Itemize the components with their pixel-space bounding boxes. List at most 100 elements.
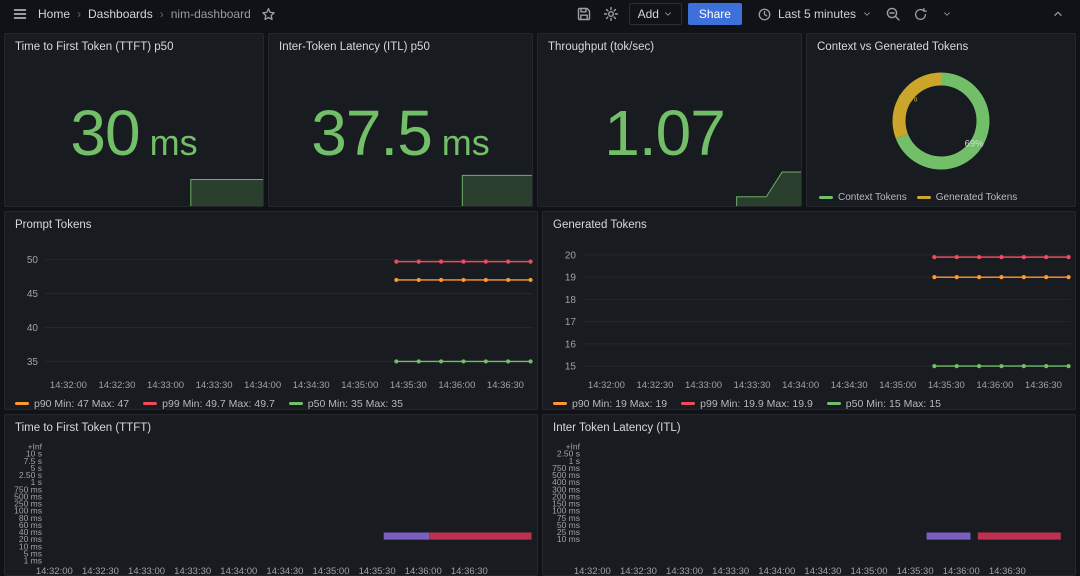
chevron-down-icon <box>942 9 952 19</box>
dashboard-grid: Time to First Token (TTFT) p50 30 ms Int… <box>0 28 1080 576</box>
legend-item[interactable]: p99 Min: 49.7 Max: 49.7 <box>143 398 275 410</box>
stat-sparkline <box>5 170 263 206</box>
gear-icon <box>603 6 619 22</box>
stat-sparkline <box>269 170 532 206</box>
legend-item[interactable]: Generated Tokens <box>917 192 1018 203</box>
dashboard-settings-button[interactable] <box>599 2 623 26</box>
legend-item[interactable]: p99 Min: 19.9 Max: 19.9 <box>681 398 813 410</box>
donut-chart[interactable]: 69%31% <box>807 58 1075 189</box>
svg-text:15: 15 <box>565 362 577 373</box>
panel-itl-p50: Inter-Token Latency (ITL) p50 37.5 ms <box>268 33 533 207</box>
timeseries-chart[interactable]: 3540455014:32:0014:32:3014:33:0014:33:30… <box>5 236 537 396</box>
svg-text:14:33:00: 14:33:00 <box>685 380 722 391</box>
stat-number: 37.5 <box>311 101 432 165</box>
svg-text:14:33:30: 14:33:30 <box>196 380 233 391</box>
svg-text:18: 18 <box>565 295 577 306</box>
stat-body: 30 ms <box>5 58 263 206</box>
svg-text:45: 45 <box>27 289 39 300</box>
breadcrumb-dashboards[interactable]: Dashboards <box>88 7 153 21</box>
panel-title[interactable]: Throughput (tok/sec) <box>538 34 801 58</box>
stat-number: 30 <box>70 101 139 165</box>
svg-text:14:32:00: 14:32:00 <box>588 380 625 391</box>
panel-title[interactable]: Time to First Token (TTFT) p50 <box>5 34 263 58</box>
time-range-label: Last 5 minutes <box>778 7 856 21</box>
svg-text:19: 19 <box>565 273 577 284</box>
star-icon <box>261 7 276 22</box>
svg-text:69%: 69% <box>965 138 985 149</box>
panel-title[interactable]: Generated Tokens <box>543 212 1075 236</box>
legend-item[interactable]: p50 Min: 15 Max: 15 <box>827 398 941 410</box>
svg-text:14:34:30: 14:34:30 <box>831 380 868 391</box>
svg-text:1 ms: 1 ms <box>24 556 42 566</box>
svg-text:40: 40 <box>27 323 39 334</box>
legend-label: Generated Tokens <box>936 192 1018 203</box>
legend-item[interactable]: p90 Min: 19 Max: 19 <box>553 398 667 410</box>
legend-series-dash <box>819 196 833 199</box>
legend-label: p50 Min: 35 Max: 35 <box>308 398 403 410</box>
timeseries-legend: p90 Min: 19 Max: 19 p99 Min: 19.9 Max: 19… <box>543 396 1075 410</box>
panel-prompt-tokens: Prompt Tokens 3540455014:32:0014:32:3014… <box>4 211 538 410</box>
svg-text:14:35:30: 14:35:30 <box>390 380 427 391</box>
legend-series-dash <box>289 402 303 405</box>
stat-sparkline <box>538 170 801 206</box>
svg-text:50: 50 <box>27 255 39 266</box>
svg-text:14:34:00: 14:34:00 <box>244 380 281 391</box>
stat-value: 30 ms <box>70 101 197 165</box>
svg-text:14:35:00: 14:35:00 <box>879 380 916 391</box>
heatmap-chart[interactable]: +Inf10 s7.5 s5 s2.50 s1 s750 ms500 ms250… <box>5 439 537 576</box>
svg-text:14:32:30: 14:32:30 <box>98 380 135 391</box>
add-button-label: Add <box>638 7 659 21</box>
zoom-out-time-button[interactable] <box>881 2 905 26</box>
save-icon <box>576 6 592 22</box>
hamburger-icon <box>12 6 28 22</box>
panel-title[interactable]: Prompt Tokens <box>5 212 537 236</box>
svg-text:14:35:00: 14:35:00 <box>341 380 378 391</box>
stat-body: 1.07 <box>538 58 801 206</box>
breadcrumb-home[interactable]: Home <box>38 7 70 21</box>
svg-text:10 ms: 10 ms <box>557 534 580 544</box>
legend-label: p99 Min: 19.9 Max: 19.9 <box>700 398 813 410</box>
stat-unit: ms <box>150 122 198 164</box>
panel-title[interactable]: Inter-Token Latency (ITL) p50 <box>269 34 532 58</box>
legend-label: Context Tokens <box>838 192 907 203</box>
legend-item[interactable]: Context Tokens <box>819 192 907 203</box>
svg-text:14:33:30: 14:33:30 <box>734 380 771 391</box>
heatmap-chart[interactable]: +Inf2.50 s1 s750 ms500 ms400 ms300 ms200… <box>543 439 1075 576</box>
svg-text:16: 16 <box>565 339 577 350</box>
legend-series-dash <box>15 402 29 405</box>
stat-body: 37.5 ms <box>269 58 532 206</box>
legend-label: p99 Min: 49.7 Max: 49.7 <box>162 398 275 410</box>
panel-title[interactable]: Context vs Generated Tokens <box>807 34 1075 58</box>
svg-text:14:36:00: 14:36:00 <box>976 380 1013 391</box>
refresh-icon <box>913 7 928 22</box>
refresh-button[interactable] <box>908 2 932 26</box>
nav-actions: Add Share Last 5 minutes <box>572 2 1070 26</box>
collapse-toolbar-button[interactable] <box>1046 2 1070 26</box>
svg-text:14:32:00: 14:32:00 <box>50 380 87 391</box>
panel-context-vs-generated: Context vs Generated Tokens 69%31% Conte… <box>806 33 1076 207</box>
add-button[interactable]: Add <box>629 3 682 25</box>
menu-toggle-button[interactable] <box>8 2 32 26</box>
clock-icon <box>757 7 772 22</box>
panel-ttft-p50: Time to First Token (TTFT) p50 30 ms <box>4 33 264 207</box>
timeseries-chart[interactable]: 15161718192014:32:0014:32:3014:33:0014:3… <box>543 236 1075 396</box>
favorite-star-button[interactable] <box>257 2 281 26</box>
legend-label: p50 Min: 15 Max: 15 <box>846 398 941 410</box>
breadcrumb-current: nim-dashboard <box>171 7 251 21</box>
panel-title[interactable]: Inter Token Latency (ITL) <box>543 415 1075 439</box>
legend-series-dash <box>917 196 931 199</box>
dashboard-row-1: Time to First Token (TTFT) p50 30 ms Int… <box>4 33 1076 207</box>
svg-text:14:32:30: 14:32:30 <box>636 380 673 391</box>
panel-title[interactable]: Time to First Token (TTFT) <box>5 415 537 439</box>
legend-item[interactable]: p50 Min: 35 Max: 35 <box>289 398 403 410</box>
share-button[interactable]: Share <box>688 3 742 25</box>
stat-value: 1.07 <box>604 101 735 165</box>
save-dashboard-button[interactable] <box>572 2 596 26</box>
breadcrumb: Home › Dashboards › nim-dashboard <box>38 7 251 21</box>
top-nav: Home › Dashboards › nim-dashboard Add Sh… <box>0 0 1080 28</box>
zoom-out-icon <box>885 6 901 22</box>
timeseries-legend: p90 Min: 47 Max: 47 p99 Min: 49.7 Max: 49… <box>5 396 537 410</box>
time-range-picker[interactable]: Last 5 minutes <box>751 3 878 25</box>
legend-item[interactable]: p90 Min: 47 Max: 47 <box>15 398 129 410</box>
refresh-interval-dropdown[interactable] <box>935 2 959 26</box>
